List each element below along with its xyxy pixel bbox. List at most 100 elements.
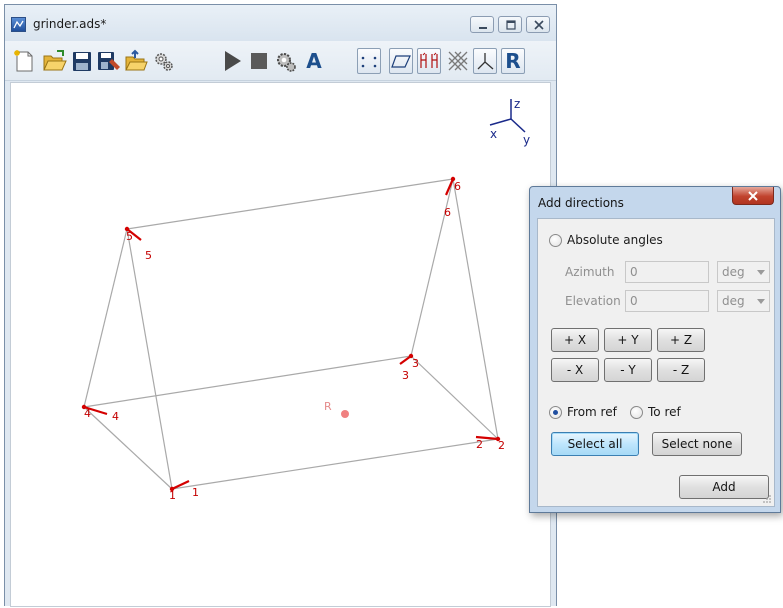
grid-view-icon [420,52,438,68]
node-5-direction-label: 5 [145,249,152,262]
to-ref-radio[interactable] [630,405,643,419]
main-window: grinder.ads* A R z x y 1 1 2 2 3 3 4 4 5… [4,4,557,607]
grid-view-button[interactable] [417,48,441,74]
node-6-label: 6 [454,180,461,193]
close-button[interactable] [526,16,550,33]
run-button[interactable] [219,46,245,76]
absolute-angles-label: Absolute angles [567,233,663,247]
open-folder-icon [43,50,67,71]
node-3-direction-label: 3 [402,369,409,382]
dialog-titlebar[interactable]: Add directions [530,187,780,217]
annotate-button[interactable]: A [301,46,327,76]
add-directions-dialog: Add directions Absolute angles Azimuth 0… [529,186,781,513]
new-file-icon [14,50,33,72]
export-button[interactable] [123,46,149,76]
new-file-button[interactable] [11,46,37,76]
gear-settings-button[interactable] [273,46,299,76]
save-as-button[interactable] [95,46,121,76]
viewport-drawing: z x y 1 1 2 2 3 3 4 4 5 5 6 6 R [81,97,530,502]
axis-y-label: y [523,133,530,147]
settings-button[interactable] [151,46,177,76]
points-view-button[interactable] [357,48,381,74]
from-ref-radio[interactable] [549,405,562,419]
plus-z-button[interactable]: + Z [657,328,705,352]
axis-z-label: z [514,97,520,111]
save-icon [73,52,91,71]
model-nodes [81,176,501,492]
minus-x-button[interactable]: - X [551,358,599,382]
resize-grip-icon[interactable] [762,494,772,504]
plane-view-button[interactable] [389,48,413,74]
save-as-icon [98,52,120,70]
play-icon [225,51,241,71]
close-icon [748,190,758,201]
dialog-title: Add directions [538,196,624,210]
elevation-label: Elevation [565,294,621,308]
axis-x-label: x [490,127,497,141]
to-ref-option[interactable]: To ref [630,405,681,419]
viewport[interactable]: z x y 1 1 2 2 3 3 4 4 5 5 6 6 R [10,82,551,607]
save-button[interactable] [69,46,95,76]
elevation-unit-select[interactable]: deg [717,290,770,312]
select-all-button[interactable]: Select all [551,432,639,456]
elevation-input[interactable]: 0 [625,290,709,312]
axes-view-icon [477,53,494,70]
window-title: grinder.ads* [33,17,107,31]
app-icon [11,17,26,32]
axes-view-button[interactable] [473,48,497,74]
node-2-label: 2 [498,439,505,452]
node-5-label: 5 [126,230,133,243]
maximize-button[interactable] [498,16,522,33]
export-folder-icon [125,49,148,71]
maximize-icon [506,20,516,30]
reference-label: R [324,400,332,413]
node-1-label: 1 [169,489,176,502]
select-none-button[interactable]: Select none [652,432,742,456]
toolbar: A R [5,41,556,81]
from-ref-label: From ref [567,405,617,419]
minus-z-button[interactable]: - Z [657,358,705,382]
annotate-icon: A [306,49,322,73]
close-icon [534,20,544,30]
open-button[interactable] [41,46,67,76]
points-view-icon [361,56,377,68]
node-1-direction-label: 1 [192,486,199,499]
minus-y-button[interactable]: - Y [604,358,652,382]
settings-gears-icon [155,53,173,71]
dialog-body: Absolute angles Azimuth 0 deg Elevation … [537,218,775,507]
absolute-angles-option[interactable]: Absolute angles [549,233,663,247]
stop-button[interactable] [246,46,272,76]
minimize-icon [479,27,487,29]
to-ref-label: To ref [648,405,681,419]
axes-triad: z x y [489,97,530,147]
reference-icon: R [505,49,521,73]
chevron-down-icon [757,299,765,304]
node-4-direction-label: 4 [112,410,119,423]
chevron-down-icon [757,270,765,275]
plane-view-icon [391,55,411,68]
add-button[interactable]: Add [679,475,769,499]
plus-y-button[interactable]: + Y [604,328,652,352]
azimuth-unit-select[interactable]: deg [717,261,770,283]
model-edges [83,178,499,490]
main-titlebar[interactable]: grinder.ads* [5,5,556,41]
reference-button[interactable]: R [501,48,525,74]
reference-point[interactable] [341,410,349,418]
azimuth-label: Azimuth [565,265,615,279]
elevation-unit-value: deg [722,294,745,308]
node-6-direction-label: 6 [444,206,451,219]
azimuth-input[interactable]: 0 [625,261,709,283]
gear-settings-icon [277,53,296,72]
minimize-button[interactable] [470,16,494,33]
caption-buttons [470,16,550,33]
absolute-angles-radio[interactable] [549,233,562,247]
stop-icon [251,53,267,69]
plus-x-button[interactable]: + X [551,328,599,352]
from-ref-option[interactable]: From ref [549,405,617,419]
node-2-direction-label: 2 [476,438,483,451]
azimuth-unit-value: deg [722,265,745,279]
dialog-close-button[interactable] [732,187,774,205]
mesh-view-icon [448,51,468,71]
mesh-view-button[interactable] [445,46,471,76]
node-4-label: 4 [84,407,91,420]
